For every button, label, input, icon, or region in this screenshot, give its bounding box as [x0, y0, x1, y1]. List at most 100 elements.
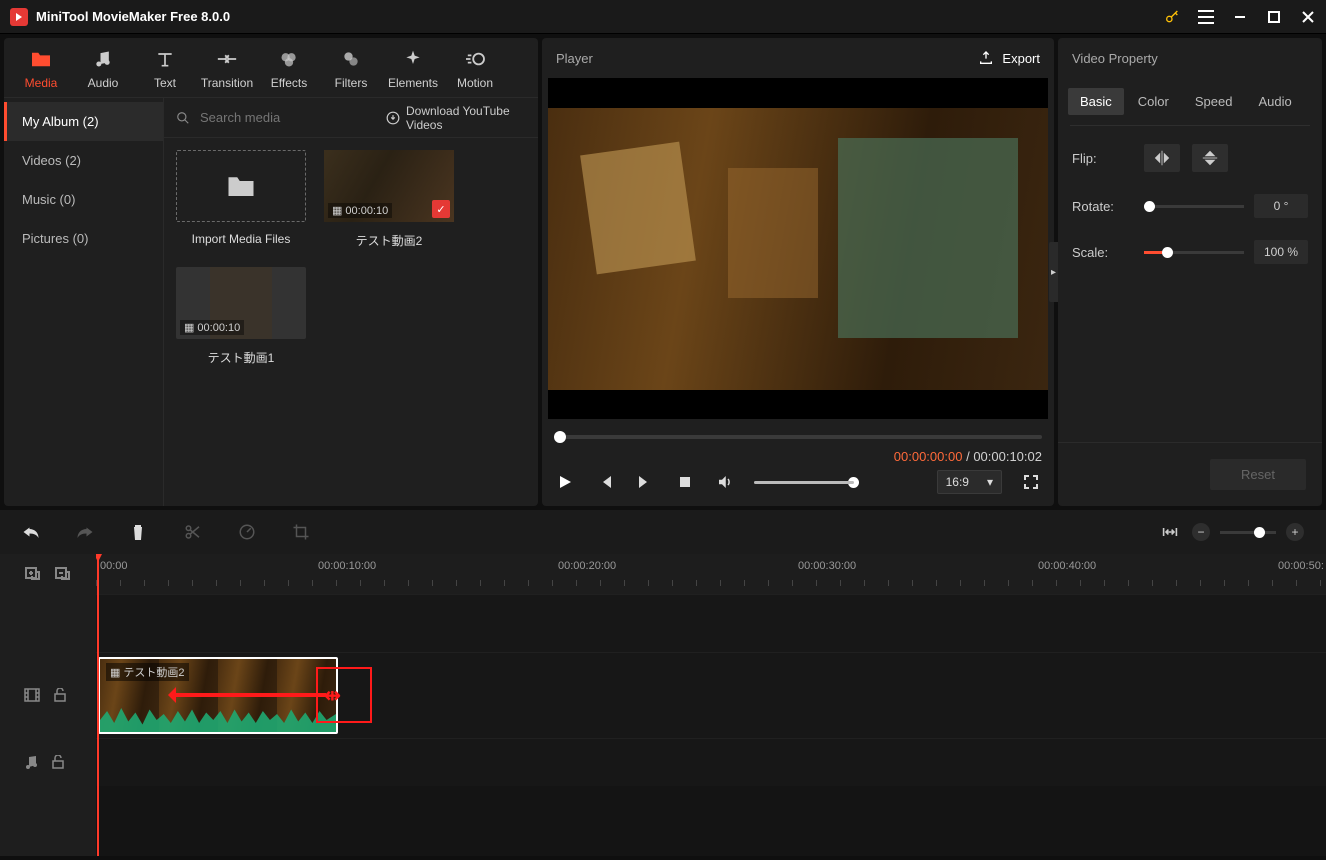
prop-tab-color[interactable]: Color	[1126, 88, 1181, 115]
tool-tabs: Media Audio Text Transition Effects Filt…	[4, 38, 538, 98]
flip-horizontal-button[interactable]	[1144, 144, 1180, 172]
seek-slider[interactable]	[554, 435, 1042, 439]
timeline-gutter	[0, 554, 96, 856]
lock-icon[interactable]	[54, 688, 66, 702]
sidebar-item-videos[interactable]: Videos (2)	[4, 141, 163, 180]
tab-motion[interactable]: Motion	[444, 40, 506, 96]
sidebar-item-music[interactable]: Music (0)	[4, 180, 163, 219]
track-header-audio	[0, 738, 96, 786]
effects-icon	[258, 46, 320, 72]
media-grid: Import Media Files ▦00:00:10 ✓ テスト動画2	[164, 138, 538, 506]
prop-tab-audio[interactable]: Audio	[1246, 88, 1303, 115]
import-drop-zone[interactable]	[176, 150, 306, 222]
play-button[interactable]	[554, 471, 576, 493]
ruler-tick: 00:00:30:00	[798, 560, 856, 572]
audio-track-icon	[24, 754, 38, 770]
rotate-slider[interactable]	[1144, 205, 1244, 208]
export-icon	[978, 50, 994, 66]
tab-filters[interactable]: Filters	[320, 40, 382, 96]
lock-icon[interactable]	[52, 755, 64, 769]
download-youtube-link[interactable]: Download YouTube Videos	[386, 104, 526, 132]
export-button[interactable]: Export	[978, 50, 1040, 66]
film-icon: ▦	[332, 204, 342, 217]
timeline-tracks[interactable]: 00:00 00:00:10:00 00:00:20:00 00:00:30:0…	[96, 554, 1326, 856]
volume-button[interactable]	[714, 471, 736, 493]
tab-audio[interactable]: Audio	[72, 40, 134, 96]
download-link-label: Download YouTube Videos	[406, 104, 526, 132]
track-video[interactable]: ▦テスト動画2 ⇹	[96, 652, 1326, 738]
check-badge-icon: ✓	[432, 200, 450, 218]
aspect-ratio-select[interactable]: 16:9 ▾	[937, 470, 1002, 494]
tab-label: Transition	[196, 76, 258, 90]
media-card[interactable]: ▦00:00:10 ✓ テスト動画2	[324, 150, 454, 249]
tab-effects[interactable]: Effects	[258, 40, 320, 96]
annotation-arrow	[170, 693, 326, 697]
rotate-value[interactable]: 0 °	[1254, 194, 1308, 218]
zoom-in-button[interactable]: +	[1286, 523, 1304, 541]
zoom-slider[interactable]	[1220, 531, 1276, 534]
media-thumbnail[interactable]: ▦00:00:10	[176, 267, 306, 339]
sidebar-item-my-album[interactable]: My Album (2)	[4, 102, 163, 141]
player-viewport[interactable]	[548, 78, 1048, 419]
library-sidebar: My Album (2) Videos (2) Music (0) Pictur…	[4, 98, 164, 506]
speed-button[interactable]	[238, 523, 258, 541]
maximize-button[interactable]	[1266, 9, 1282, 25]
split-button[interactable]	[184, 523, 204, 541]
crop-button[interactable]	[292, 523, 312, 541]
collapse-panel-button[interactable]: ▸	[1049, 242, 1058, 302]
export-label: Export	[1002, 51, 1040, 66]
scale-slider[interactable]	[1144, 251, 1244, 254]
clip-duration: 00:00:10	[345, 205, 388, 217]
trim-cursor-icon: ⇹	[324, 683, 341, 708]
tab-media[interactable]: Media	[10, 40, 72, 96]
download-icon	[386, 111, 400, 125]
import-media-card[interactable]: Import Media Files	[176, 150, 306, 249]
scale-value[interactable]: 100 %	[1254, 240, 1308, 264]
flip-vertical-button[interactable]	[1192, 144, 1228, 172]
tab-label: Elements	[382, 76, 444, 90]
hamburger-menu-icon[interactable]	[1198, 9, 1214, 25]
undo-button[interactable]	[22, 524, 42, 540]
upgrade-key-icon[interactable]	[1164, 9, 1180, 25]
sidebar-item-pictures[interactable]: Pictures (0)	[4, 219, 163, 258]
prev-frame-button[interactable]	[594, 471, 616, 493]
media-thumbnail[interactable]: ▦00:00:10 ✓	[324, 150, 454, 222]
tab-elements[interactable]: Elements	[382, 40, 444, 96]
search-input[interactable]	[200, 110, 376, 125]
clip-name: テスト動画2	[324, 232, 454, 249]
redo-button[interactable]	[76, 524, 96, 540]
player-panel: Player Export 00:00:00:00 / 00:00:10:02	[542, 38, 1054, 506]
close-button[interactable]	[1300, 9, 1316, 25]
playhead[interactable]	[97, 554, 99, 856]
track-audio[interactable]	[96, 738, 1326, 786]
property-panel: ▸ Video Property Basic Color Speed Audio…	[1058, 38, 1322, 506]
app-title: MiniTool MovieMaker Free 8.0.0	[36, 9, 1164, 24]
prop-tab-speed[interactable]: Speed	[1183, 88, 1245, 115]
prop-tab-basic[interactable]: Basic	[1068, 88, 1124, 115]
ruler-tick: 00:00:20:00	[558, 560, 616, 572]
fullscreen-button[interactable]	[1020, 471, 1042, 493]
stop-button[interactable]	[674, 471, 696, 493]
minimize-button[interactable]	[1232, 9, 1248, 25]
next-frame-button[interactable]	[634, 471, 656, 493]
ruler-tick: 00:00:10:00	[318, 560, 376, 572]
track-overlay[interactable]	[96, 594, 1326, 652]
time-display: 00:00:00:00 / 00:00:10:02	[554, 449, 1042, 464]
film-icon: ▦	[184, 321, 194, 334]
zoom-out-button[interactable]: −	[1192, 523, 1210, 541]
delete-button[interactable]	[130, 523, 150, 541]
volume-slider[interactable]	[754, 481, 854, 484]
fit-timeline-button[interactable]	[1162, 525, 1182, 539]
media-card[interactable]: ▦00:00:10 テスト動画1	[176, 267, 306, 366]
track-header-video	[0, 652, 96, 738]
tab-text[interactable]: Text	[134, 40, 196, 96]
preview-frame	[548, 108, 1048, 390]
folder-icon	[226, 173, 256, 199]
reset-button[interactable]: Reset	[1210, 459, 1306, 490]
timeline-ruler[interactable]: 00:00 00:00:10:00 00:00:20:00 00:00:30:0…	[96, 554, 1326, 594]
add-track-icon[interactable]	[24, 566, 40, 582]
tab-transition[interactable]: Transition	[196, 40, 258, 96]
ruler-tick: 00:00:40:00	[1038, 560, 1096, 572]
transition-icon	[196, 46, 258, 72]
remove-track-icon[interactable]	[54, 566, 70, 582]
